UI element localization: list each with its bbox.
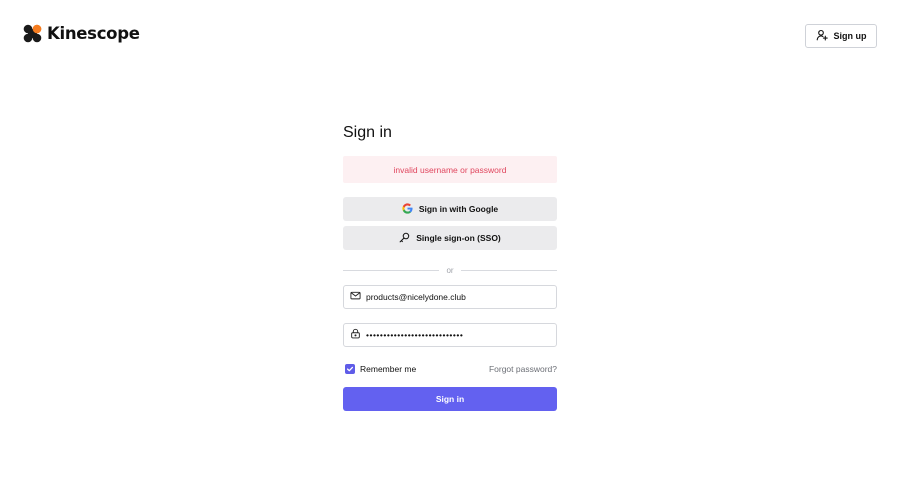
sso-button-label: Single sign-on (SSO) — [416, 233, 501, 243]
forgot-password-link[interactable]: Forgot password? — [489, 364, 557, 374]
envelope-icon — [350, 288, 361, 306]
password-field[interactable] — [343, 323, 557, 347]
brand-logo[interactable]: Kinescope — [23, 24, 140, 43]
error-alert: invalid username or password — [343, 156, 557, 183]
sign-in-submit-button[interactable]: Sign in — [343, 387, 557, 411]
remember-me-checkbox[interactable] — [345, 364, 355, 374]
kinescope-logo-icon — [23, 24, 42, 43]
remember-me-label: Remember me — [360, 364, 417, 374]
sign-up-label: Sign up — [833, 31, 867, 41]
google-button-label: Sign in with Google — [418, 204, 499, 214]
or-divider: or — [343, 264, 557, 276]
error-message: invalid username or password — [393, 164, 507, 175]
sign-in-google-button[interactable]: Sign in with Google — [343, 197, 557, 221]
single-sign-on-button[interactable]: Single sign-on (SSO) — [343, 226, 557, 250]
form-options-row: Remember me Forgot password? — [343, 362, 557, 376]
page-title: Sign in — [343, 124, 392, 141]
email-field[interactable] — [343, 285, 557, 309]
sign-up-button[interactable]: Sign up — [805, 24, 877, 48]
divider-text: or — [446, 265, 454, 275]
email-input[interactable] — [366, 292, 546, 302]
key-icon — [399, 232, 410, 245]
remember-me-control[interactable]: Remember me — [343, 364, 416, 374]
divider-line-left — [343, 269, 440, 271]
password-input[interactable] — [366, 330, 546, 340]
google-g-icon — [402, 202, 413, 216]
user-plus-icon — [816, 29, 828, 43]
sign-in-form: Sign in invalid username or password Sig… — [343, 122, 557, 411]
divider-line-right — [460, 269, 557, 271]
lock-icon — [350, 326, 361, 344]
brand-name: Kinescope — [47, 24, 140, 43]
